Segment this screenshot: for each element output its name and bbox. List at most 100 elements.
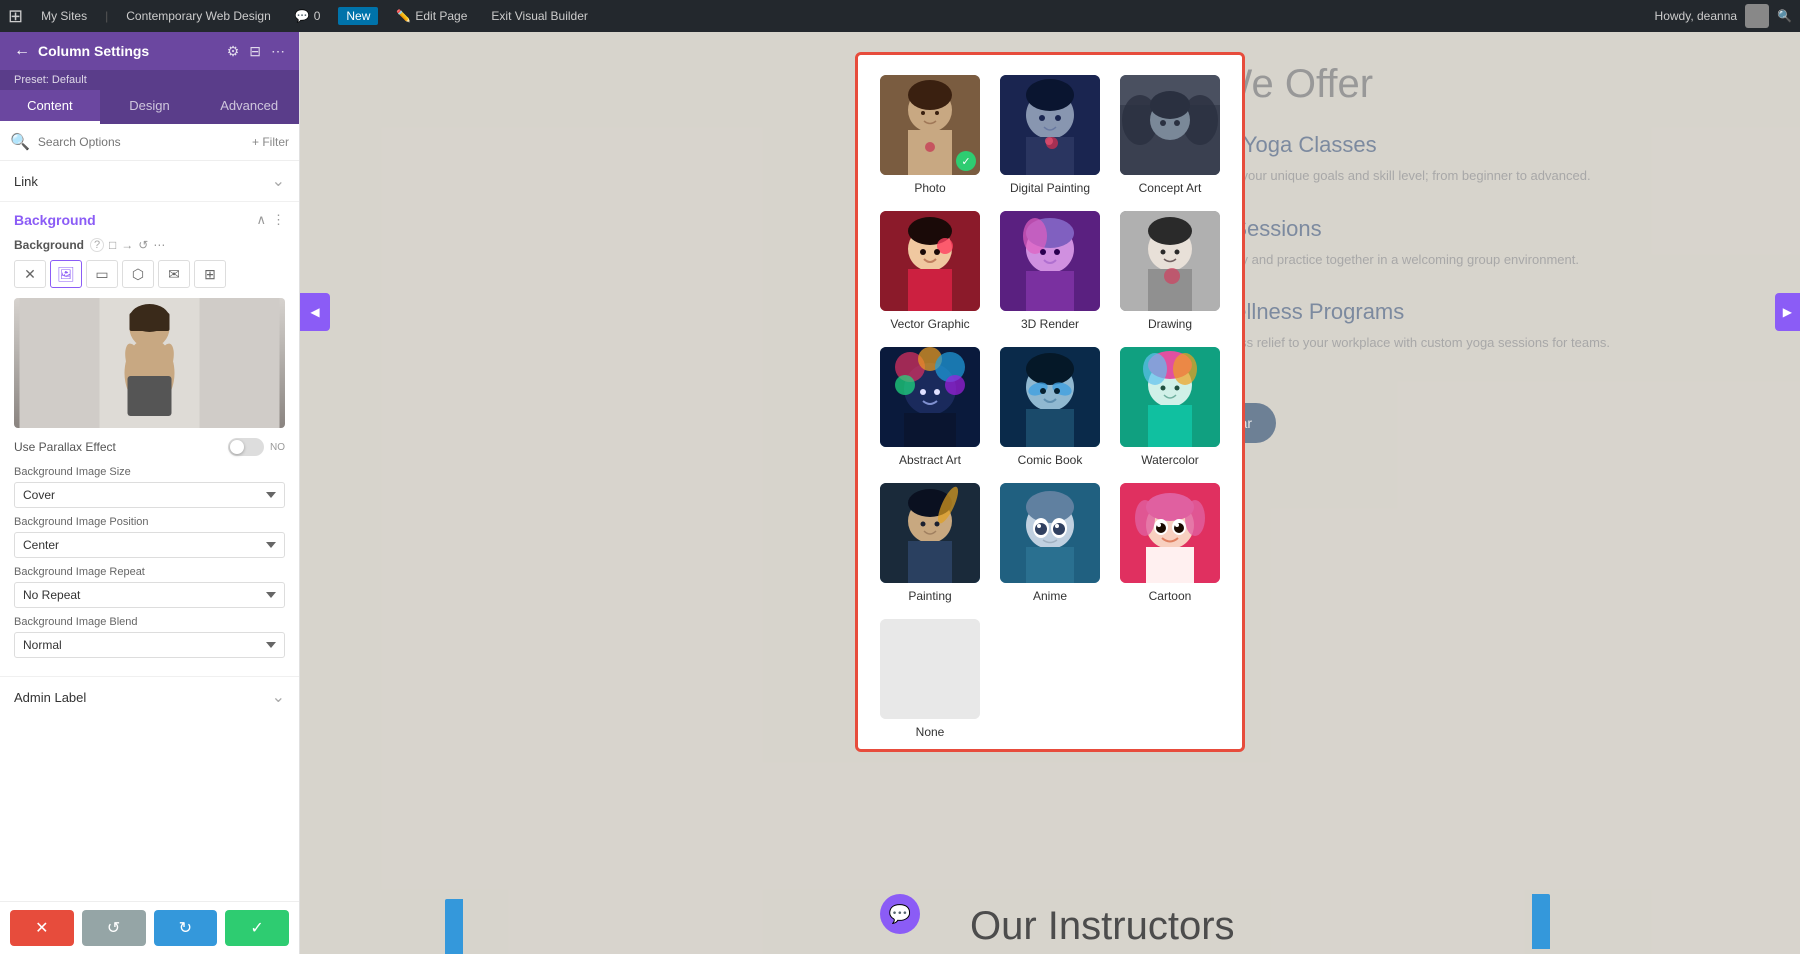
style-item-painting[interactable]: Painting (878, 483, 982, 603)
save-draft-button[interactable]: ↻ (154, 910, 218, 946)
style-item-vector-graphic[interactable]: Vector Graphic (878, 211, 982, 331)
image-repeat-label: Background Image Repeat (14, 566, 285, 578)
style-thumb-drawing (1120, 211, 1220, 311)
style-item-comic-book[interactable]: Comic Book (998, 347, 1102, 467)
style-thumb-photo: ✓ (880, 75, 980, 175)
parallax-toggle-group: NO (228, 438, 285, 456)
vector-portrait (880, 211, 980, 311)
site-name-label: Contemporary Web Design (126, 9, 271, 23)
layout-icon[interactable]: ⊟ (249, 43, 261, 60)
image-position-select[interactable]: Center (14, 532, 285, 558)
sidebar-title-text: Column Settings (38, 43, 149, 59)
image-blend-select[interactable]: Normal (14, 632, 285, 658)
nav-btn-left-1[interactable] (445, 899, 463, 954)
style-label-cartoon: Cartoon (1149, 589, 1192, 603)
bg-type-pattern[interactable]: ✉ (158, 260, 190, 288)
comments-btn[interactable]: 💬 0 (289, 9, 327, 23)
style-thumb-abstract (880, 347, 980, 447)
bg-type-none[interactable]: ✕ (14, 260, 46, 288)
back-icon[interactable]: ← (14, 42, 30, 60)
avatar (1745, 4, 1769, 28)
bg-type-video[interactable]: ⬡ (122, 260, 154, 288)
image-repeat-row: Background Image Repeat No Repeat (14, 566, 285, 608)
exit-builder-btn[interactable]: Exit Visual Builder (485, 9, 594, 23)
expand-left-btn[interactable]: ◀ (300, 293, 330, 331)
save-button[interactable]: ✓ (225, 910, 289, 946)
parallax-value: NO (270, 442, 285, 453)
my-sites-menu[interactable]: My Sites (35, 9, 93, 23)
3d-portrait (1000, 211, 1100, 311)
painting-portrait (880, 483, 980, 583)
tab-advanced[interactable]: Advanced (199, 90, 299, 124)
parallax-toggle[interactable] (228, 438, 264, 456)
bg-type-icons: ✕ 🖼 ▭ ⬡ ✉ ⊞ (14, 260, 285, 288)
style-thumb-anime (1000, 483, 1100, 583)
bg-copy-icon[interactable]: □ (109, 238, 116, 252)
comic-portrait (1000, 347, 1100, 447)
style-thumb-3d (1000, 211, 1100, 311)
link-label: Link (14, 174, 38, 189)
style-item-anime[interactable]: Anime (998, 483, 1102, 603)
bg-reset-icon[interactable]: ↺ (138, 238, 148, 252)
image-size-select[interactable]: Cover (14, 482, 285, 508)
sidebar-bottom-actions: ✕ ↺ ↻ ✓ (0, 901, 299, 954)
sidebar-header: ← Column Settings ⚙ ⊟ ⋯ (0, 32, 299, 70)
bg-type-gradient[interactable]: ▭ (86, 260, 118, 288)
style-item-cartoon[interactable]: Cartoon (1118, 483, 1222, 603)
selected-check: ✓ (956, 151, 976, 171)
search-input[interactable] (38, 135, 244, 149)
image-repeat-select[interactable]: No Repeat (14, 582, 285, 608)
bg-collapse-icon[interactable]: ∧ (256, 212, 266, 228)
style-item-photo[interactable]: ✓ Photo (878, 75, 982, 195)
wp-logo-icon[interactable]: ⊞ (8, 6, 23, 27)
cancel-button[interactable]: ✕ (10, 910, 74, 946)
settings-icon[interactable]: ⚙ (227, 43, 240, 60)
bg-options-icon[interactable]: ⋯ (153, 238, 165, 252)
comments-icon: 💬 (295, 9, 310, 23)
style-label-abstract: Abstract Art (899, 453, 961, 467)
filter-btn[interactable]: + Filter (252, 135, 289, 149)
style-item-drawing[interactable]: Drawing (1118, 211, 1222, 331)
bg-type-image[interactable]: 🖼 (50, 260, 82, 288)
style-label-painting: Painting (908, 589, 951, 603)
style-thumb-cartoon (1120, 483, 1220, 583)
style-label-vector: Vector Graphic (890, 317, 969, 331)
site-name[interactable]: Contemporary Web Design (120, 9, 277, 23)
new-btn[interactable]: New (338, 7, 378, 25)
tab-design[interactable]: Design (100, 90, 200, 124)
expand-right-btn[interactable]: ▶ (1775, 293, 1800, 331)
style-item-concept-art[interactable]: Concept Art (1118, 75, 1222, 195)
edit-page-btn[interactable]: ✏️ Edit Page (390, 9, 473, 23)
separator: | (105, 9, 108, 23)
style-item-digital-painting[interactable]: Digital Painting (998, 75, 1102, 195)
bg-paste-icon[interactable]: → (121, 238, 133, 252)
bg-more-icon[interactable]: ⋮ (272, 212, 285, 228)
right-button-area: ▶ (1775, 293, 1800, 331)
more-icon[interactable]: ⋯ (271, 43, 285, 60)
preset-text: Preset: Default (14, 74, 87, 86)
my-sites-label: My Sites (41, 9, 87, 23)
style-item-watercolor[interactable]: Watercolor (1118, 347, 1222, 467)
admin-label-collapse[interactable]: ⌄ (272, 687, 285, 707)
toggle-knob (230, 440, 244, 454)
floating-bubble-btn[interactable]: 💬 (880, 894, 920, 934)
bg-help-icon[interactable]: ? (90, 238, 104, 252)
bubble-icon: 💬 (889, 904, 911, 925)
style-item-3d-render[interactable]: 3D Render (998, 211, 1102, 331)
image-blend-row: Background Image Blend Normal (14, 616, 285, 658)
bg-header-icons: ∧ ⋮ (256, 212, 285, 228)
tab-content[interactable]: Content (0, 90, 100, 124)
parallax-label: Use Parallax Effect (14, 440, 116, 454)
admin-label-header[interactable]: Admin Label ⌄ (14, 687, 285, 707)
sidebar-header-icons: ⚙ ⊟ ⋯ (227, 43, 285, 60)
image-position-row: Background Image Position Center (14, 516, 285, 558)
reset-button[interactable]: ↺ (82, 910, 146, 946)
link-collapse-icon[interactable]: ⌄ (272, 171, 285, 191)
bg-type-mask[interactable]: ⊞ (194, 260, 226, 288)
style-item-none[interactable]: None (878, 619, 982, 739)
anime-portrait (1000, 483, 1100, 583)
search-icon[interactable]: 🔍 (1777, 9, 1792, 23)
bg-label-icons: ? □ → ↺ ⋯ (90, 238, 165, 252)
nav-btn-right-1[interactable] (1532, 894, 1550, 949)
style-item-abstract-art[interactable]: Abstract Art (878, 347, 982, 467)
